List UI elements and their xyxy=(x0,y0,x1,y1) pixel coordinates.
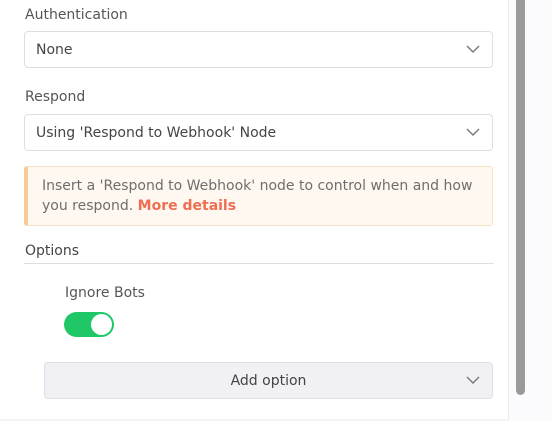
chevron-down-icon xyxy=(466,376,480,384)
ignore-bots-label: Ignore Bots xyxy=(65,285,145,301)
chevron-down-icon xyxy=(466,128,480,136)
authentication-value: None xyxy=(36,42,73,58)
authentication-label: Authentication xyxy=(25,7,128,23)
add-option-button[interactable]: Add option xyxy=(44,362,493,399)
options-divider xyxy=(24,263,494,264)
notice-message: Insert a 'Respond to Webhook' node to co… xyxy=(42,176,482,216)
chevron-down-icon xyxy=(466,45,480,53)
options-title: Options xyxy=(25,243,80,259)
respond-label: Respond xyxy=(25,89,86,105)
vertical-scrollbar[interactable] xyxy=(516,0,525,395)
notice-text: Insert a 'Respond to Webhook' node to co… xyxy=(42,178,473,214)
toggle-knob xyxy=(91,314,112,335)
respond-value: Using 'Respond to Webhook' Node xyxy=(36,125,277,141)
node-settings-panel: Authentication None Respond Using 'Respo… xyxy=(0,0,508,421)
right-gutter xyxy=(508,0,552,421)
ignore-bots-toggle[interactable] xyxy=(64,312,114,337)
respond-notice: Insert a 'Respond to Webhook' node to co… xyxy=(24,166,493,226)
authentication-select[interactable]: None xyxy=(24,31,493,68)
respond-select[interactable]: Using 'Respond to Webhook' Node xyxy=(24,114,493,151)
more-details-link[interactable]: More details xyxy=(138,198,236,214)
add-option-label: Add option xyxy=(230,373,307,389)
